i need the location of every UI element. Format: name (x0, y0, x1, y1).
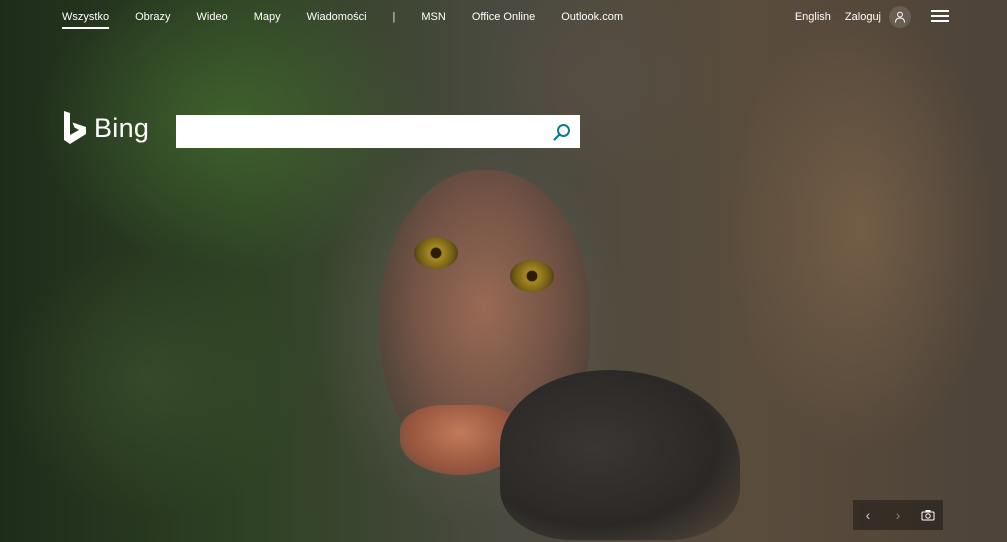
camera-icon[interactable] (913, 500, 943, 530)
nav-item-images[interactable]: Obrazy (135, 11, 170, 23)
header-right: English Zaloguj (781, 0, 1007, 34)
menu-bar (931, 20, 949, 22)
monkey-left-eye (414, 237, 458, 269)
previous-image-button[interactable]: ‹ (853, 500, 883, 530)
language-link[interactable]: English (795, 11, 831, 23)
nav-item-videos[interactable]: Wideo (197, 11, 228, 23)
search-box (176, 115, 580, 148)
image-controls: ‹ › (853, 500, 943, 530)
user-icon[interactable] (889, 6, 911, 28)
monkey-right-eye (510, 260, 554, 292)
logo-text: Bing (94, 112, 150, 143)
magnifier-glyph (553, 124, 570, 141)
bing-b-logo-icon (64, 111, 86, 144)
nav-item-office-online[interactable]: Office Online (472, 11, 535, 23)
search-input[interactable] (176, 115, 546, 148)
nav-item-maps[interactable]: Mapy (254, 11, 281, 23)
user-glyph (895, 11, 905, 23)
search-icon[interactable] (550, 120, 574, 144)
hamburger-menu-icon[interactable] (931, 10, 949, 24)
nav-item-news[interactable]: Wiadomości (307, 11, 367, 23)
bing-homepage: Wszystko Obrazy Wideo Mapy Wiadomości | … (0, 0, 1007, 542)
nav-item-outlook[interactable]: Outlook.com (561, 11, 623, 23)
next-image-button[interactable]: › (883, 500, 913, 530)
nav-item-all[interactable]: Wszystko (62, 11, 110, 29)
camera-glyph (921, 510, 935, 521)
nav-separator: | (392, 11, 396, 23)
bing-logo[interactable]: Bing (62, 110, 149, 146)
signin-link[interactable]: Zaloguj (845, 11, 881, 23)
nav-item-msn[interactable]: MSN (421, 11, 445, 23)
menu-bar (931, 15, 949, 17)
menu-bar (931, 10, 949, 12)
